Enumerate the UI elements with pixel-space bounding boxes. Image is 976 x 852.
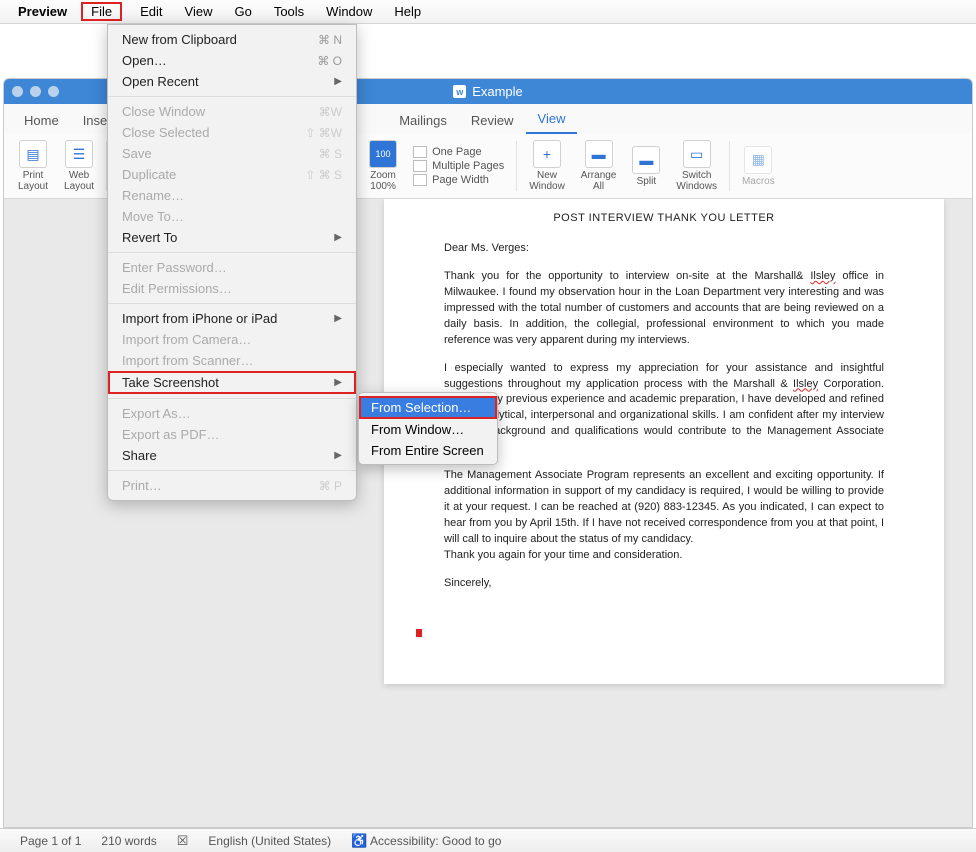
btn-multiple-pages[interactable]: Multiple Pages [413,159,504,173]
spellcheck-icon[interactable]: ☒ [177,833,189,849]
tab-home[interactable]: Home [12,107,71,134]
menu-separator [108,470,356,471]
doc-greeting: Dear Ms. Verges: [444,241,884,257]
chevron-right-icon: ▶ [334,450,342,461]
cursor-marker [416,629,422,637]
tab-mailings[interactable]: Mailings [387,107,459,134]
chevron-right-icon: ▶ [334,313,342,324]
menu-print: Print…⌘ P [108,475,356,496]
menu-close-window: Close Window⌘W [108,101,356,122]
doc-para-4: Thank you again for your time and consid… [444,548,884,564]
btn-zoom[interactable]: 100Zoom 100% [361,134,405,198]
menu-revert-to[interactable]: Revert To▶ [108,227,356,248]
chevron-right-icon: ▶ [334,76,342,87]
menu-separator [108,303,356,304]
accessibility-icon: ♿ [351,833,367,848]
menu-import-scanner: Import from Scanner… [108,350,356,371]
menu-export-pdf: Export as PDF… [108,424,356,445]
menu-export-as: Export As… [108,403,356,424]
status-accessibility[interactable]: ♿ Accessibility: Good to go [351,833,501,849]
submenu-from-entire-screen[interactable]: From Entire Screen [359,440,497,461]
submenu-from-window[interactable]: From Window… [359,419,497,440]
status-language[interactable]: English (United States) [208,834,331,848]
minimize-dot[interactable] [30,86,41,97]
menu-open[interactable]: Open…⌘ O [108,50,356,71]
tab-review[interactable]: Review [459,107,526,134]
btn-switch-windows[interactable]: ▭Switch Windows [668,134,725,198]
doc-closing: Sincerely, [444,576,884,592]
doc-para-3: The Management Associate Program represe… [444,468,884,548]
menu-view[interactable]: View [181,2,217,21]
macros-icon: ▦ [744,146,772,174]
status-words[interactable]: 210 words [101,834,156,848]
menu-duplicate: Duplicate⇧ ⌘ S [108,164,356,185]
menu-file[interactable]: File [81,2,122,21]
btn-one-page[interactable]: One Page [413,145,482,159]
menu-go[interactable]: Go [230,2,255,21]
window-title-text: Example [472,84,523,99]
btn-macros[interactable]: ▦Macros [734,134,783,198]
btn-arrange-all[interactable]: ▬Arrange All [573,134,625,198]
menu-edit[interactable]: Edit [136,2,166,21]
arrange-all-icon: ▬ [585,140,613,168]
menu-rename: Rename… [108,185,356,206]
menu-move-to: Move To… [108,206,356,227]
menu-separator [108,96,356,97]
menu-import-iphone[interactable]: Import from iPhone or iPad▶ [108,308,356,329]
new-window-icon: + [533,140,561,168]
tab-view[interactable]: View [526,105,578,134]
ribbon-separator [729,141,730,191]
file-dropdown: New from Clipboard⌘ N Open…⌘ O Open Rece… [107,24,357,501]
menu-close-selected: Close Selected⇧ ⌘W [108,122,356,143]
menu-take-screenshot[interactable]: Take Screenshot▶ [108,371,356,394]
zoom-dot[interactable] [48,86,59,97]
app-name[interactable]: Preview [18,4,67,19]
menu-edit-permissions: Edit Permissions… [108,278,356,299]
doc-para-1: Thank you for the opportunity to intervi… [444,269,884,349]
btn-web-layout[interactable]: ☰Web Layout [56,134,102,198]
status-page[interactable]: Page 1 of 1 [20,834,81,848]
status-bar: Page 1 of 1 210 words ☒ English (United … [0,828,976,852]
btn-print-layout[interactable]: ▤Print Layout [10,134,56,198]
menu-import-camera: Import from Camera… [108,329,356,350]
btn-split[interactable]: ▬Split [624,134,668,198]
chevron-right-icon: ▶ [334,232,342,243]
macos-menubar: Preview File Edit View Go Tools Window H… [0,0,976,24]
word-doc-icon: w [453,85,466,98]
doc-title: POST INTERVIEW THANK YOU LETTER [444,211,884,227]
menu-separator [108,252,356,253]
page-view-group: One Page Multiple Pages Page Width [405,134,512,198]
screenshot-submenu: From Selection… From Window… From Entire… [358,392,498,465]
menu-share[interactable]: Share▶ [108,445,356,466]
split-icon: ▬ [632,146,660,174]
btn-new-window[interactable]: +New Window [521,134,573,198]
menu-tools[interactable]: Tools [270,2,308,21]
menu-help[interactable]: Help [390,2,425,21]
menu-open-recent[interactable]: Open Recent▶ [108,71,356,92]
traffic-lights[interactable] [12,86,59,97]
chevron-right-icon: ▶ [334,377,342,388]
doc-para-2: I especially wanted to express my apprec… [444,361,884,457]
menu-enter-password: Enter Password… [108,257,356,278]
multiple-pages-icon [413,160,427,172]
menu-window[interactable]: Window [322,2,376,21]
ribbon-separator [516,141,517,191]
submenu-from-selection[interactable]: From Selection… [359,396,497,419]
close-dot[interactable] [12,86,23,97]
print-layout-icon: ▤ [19,140,47,168]
menu-separator [108,398,356,399]
one-page-icon [413,146,427,158]
btn-page-width[interactable]: Page Width [413,173,489,187]
window-title: w Example [453,84,523,99]
web-layout-icon: ☰ [65,140,93,168]
menu-new-from-clipboard[interactable]: New from Clipboard⌘ N [108,29,356,50]
switch-windows-icon: ▭ [683,140,711,168]
zoom-icon: 100 [369,140,397,168]
page-width-icon [413,174,427,186]
menu-save: Save⌘ S [108,143,356,164]
